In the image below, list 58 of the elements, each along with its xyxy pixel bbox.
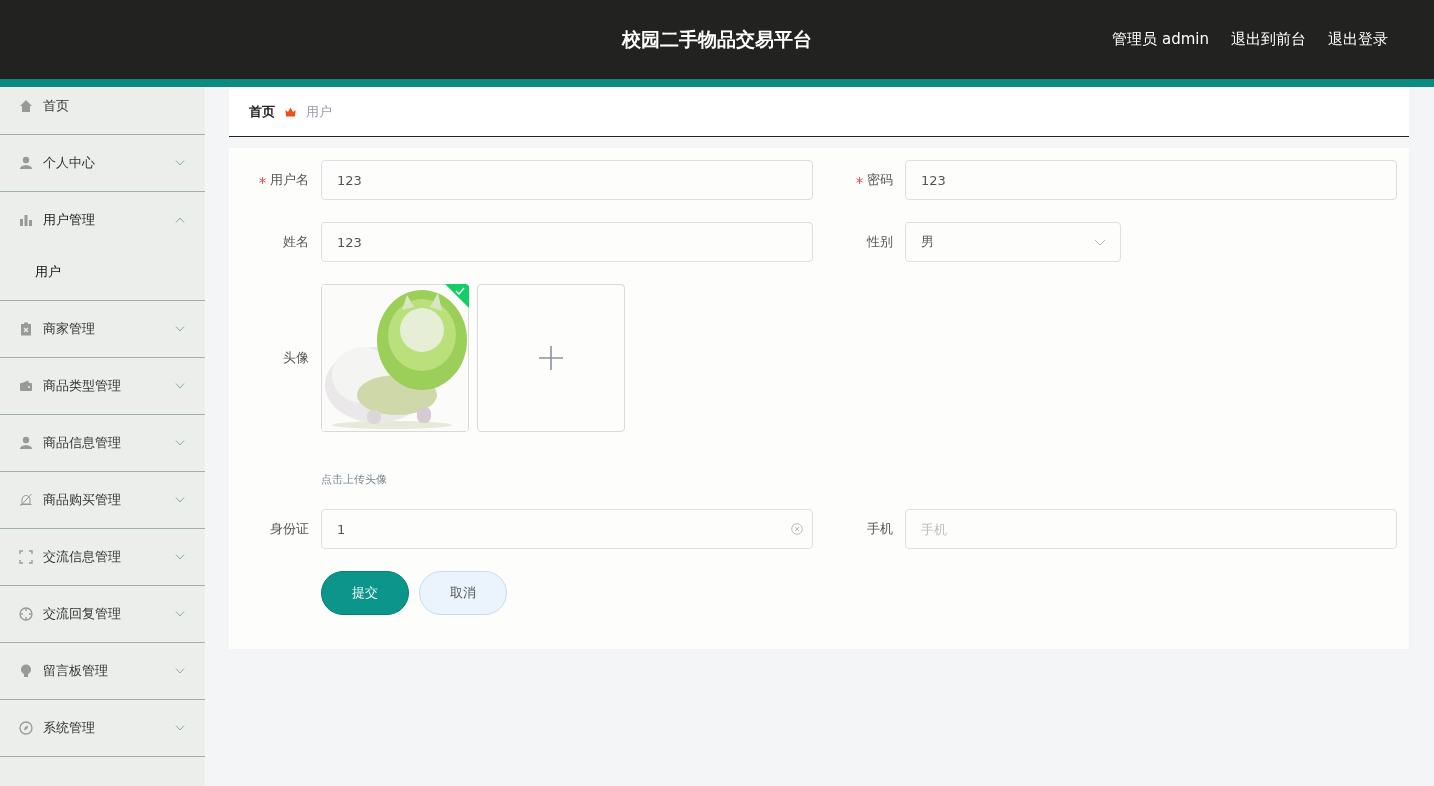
text-field[interactable]: 123: [905, 160, 1397, 200]
chevron-down-icon: [175, 440, 185, 446]
select-field[interactable]: 男: [905, 222, 1121, 262]
user-icon: [19, 156, 33, 170]
site-title: 校园二手物品交易平台: [622, 26, 812, 52]
crosshair-icon: [19, 607, 33, 621]
chevron-down-icon: [175, 554, 185, 560]
sidebar-item[interactable]: 商品信息管理: [0, 424, 205, 462]
chevron-down-icon: [175, 611, 185, 617]
field-label: 密码: [867, 171, 893, 189]
chevron-down-icon: [175, 160, 185, 166]
sidebar-item[interactable]: 交流信息管理: [0, 538, 205, 576]
field-label: 身份证: [270, 520, 309, 538]
crown-icon: [285, 106, 296, 117]
chevron-down-icon: [175, 725, 185, 731]
chevron-down-icon: [175, 497, 185, 503]
field-label: 用户名: [270, 171, 309, 189]
home-icon: [19, 99, 33, 113]
frame-corners-icon: [19, 550, 33, 564]
chevron-down-icon: [175, 326, 185, 332]
sidebar-item[interactable]: 商家管理: [0, 310, 205, 348]
field-label: 姓名: [283, 233, 309, 251]
field-label: 性别: [867, 233, 893, 251]
sidebar-item[interactable]: 个人中心: [0, 144, 205, 182]
text-field[interactable]: 123: [321, 160, 813, 200]
cancel-button[interactable]: 取消: [419, 571, 507, 615]
chevron-up-icon: [175, 217, 185, 223]
bulb-icon: [19, 664, 33, 678]
bar-chart-icon: [19, 213, 33, 227]
breadcrumb-link[interactable]: 首页: [249, 102, 275, 121]
field-label: 手机: [867, 520, 893, 538]
chevron-down-icon: [1094, 238, 1106, 246]
upload-hint: 点击上传头像: [321, 472, 388, 487]
text-field[interactable]: 1: [321, 509, 813, 549]
field-label: 头像: [283, 349, 309, 367]
header-link[interactable]: 退出到前台: [1231, 30, 1306, 49]
wallet-icon: [19, 379, 33, 393]
sidebar-item[interactable]: 商品类型管理: [0, 367, 205, 405]
sidebar-item[interactable]: 首页: [0, 87, 205, 125]
chevron-down-icon: [175, 668, 185, 674]
compass-icon: [19, 721, 33, 735]
sidebar-item[interactable]: 系统管理: [0, 709, 205, 747]
user-icon: [19, 436, 33, 450]
sidebar-item[interactable]: 留言板管理: [0, 652, 205, 690]
header-link[interactable]: 退出登录: [1328, 30, 1388, 49]
bell-off-icon: [19, 493, 33, 507]
text-field[interactable]: 手机: [905, 509, 1397, 549]
clipboard-icon: [19, 322, 33, 336]
sidebar-item[interactable]: 商品购买管理: [0, 481, 205, 519]
upload-button[interactable]: [477, 284, 625, 432]
sidebar-item[interactable]: 交流回复管理: [0, 595, 205, 633]
chevron-down-icon: [175, 383, 185, 389]
admin-user-label: 管理员 admin: [1112, 30, 1209, 49]
text-field[interactable]: 123: [321, 222, 813, 262]
sidebar-item[interactable]: 用户管理: [0, 201, 205, 239]
submenu-item[interactable]: 用户: [0, 253, 205, 291]
submit-button[interactable]: 提交: [321, 571, 409, 615]
plus-icon: [539, 346, 563, 370]
